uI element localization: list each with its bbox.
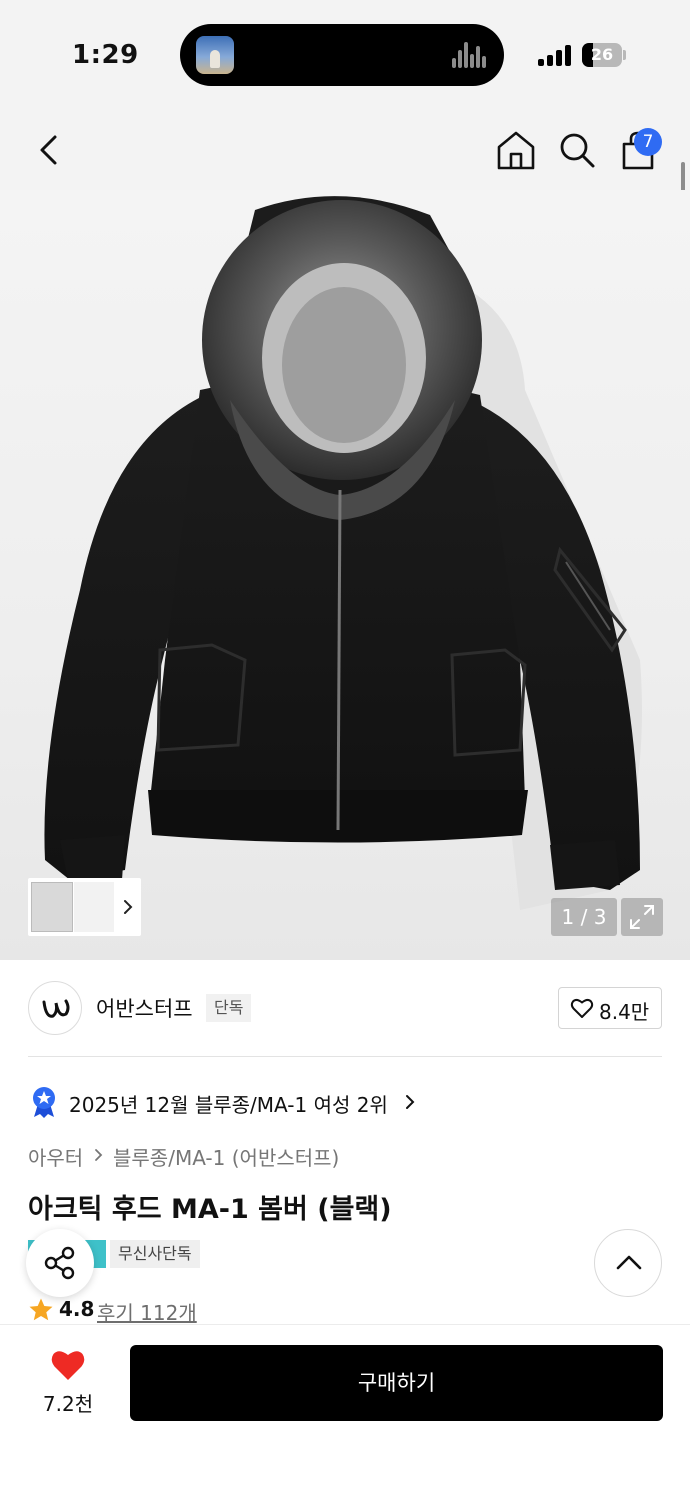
- chevron-left-icon: [40, 135, 57, 165]
- rating-value: 4.8: [59, 1297, 95, 1321]
- product-image: [44, 196, 642, 910]
- chevron-right-icon: [124, 900, 133, 914]
- brand-like-button[interactable]: 8.4만: [558, 987, 662, 1029]
- thumbnail-strip[interactable]: [28, 878, 141, 936]
- star-icon: [29, 1298, 53, 1321]
- brand-like-count: 8.4만: [599, 1000, 650, 1024]
- musinsa-exclusive-badge: 무신사단독: [110, 1240, 200, 1268]
- chevron-right-icon: [95, 1149, 103, 1161]
- breadcrumb-subcategory[interactable]: 블루종/MA-1 (어반스터프): [113, 1142, 339, 1171]
- ranking-link[interactable]: 2025년 12월 블루종/MA-1 여성 2위: [69, 1089, 388, 1118]
- product-title: 아크틱 후드 MA-1 봄버 (블랙): [28, 1194, 392, 1225]
- heart-filled-icon[interactable]: [50, 1348, 86, 1382]
- brand-logo-mark: [42, 999, 70, 1018]
- divider: [28, 1056, 662, 1057]
- image-counter: 1 / 3: [551, 898, 617, 936]
- wish-count: 7.2천: [42, 1392, 94, 1416]
- search-button[interactable]: [555, 128, 599, 172]
- ranking-medal-icon: [33, 1087, 55, 1118]
- cellular-signal-icon: [538, 44, 572, 66]
- battery-tip: [623, 50, 626, 60]
- dynamic-island[interactable]: [180, 24, 504, 86]
- brand-logo[interactable]: [28, 981, 82, 1035]
- product-image-gallery[interactable]: 1 / 3: [0, 190, 690, 960]
- home-icon: [497, 131, 535, 170]
- cart-count-badge: 7: [634, 128, 662, 156]
- chevron-right-icon: [406, 1095, 415, 1109]
- heart-outline-icon: [570, 999, 594, 1018]
- buy-button[interactable]: 구매하기: [130, 1345, 663, 1421]
- home-button[interactable]: [494, 128, 538, 172]
- expand-image-button[interactable]: [621, 898, 663, 936]
- back-button[interactable]: [28, 128, 72, 172]
- reviews-link[interactable]: 후기 112개: [97, 1297, 197, 1326]
- status-time: 1:29: [72, 40, 139, 70]
- share-icon: [44, 1246, 75, 1280]
- expand-icon: [630, 905, 654, 929]
- share-button[interactable]: [26, 1229, 94, 1297]
- now-playing-artwork: [196, 36, 234, 74]
- thumbnail-image[interactable]: [31, 882, 73, 932]
- chevron-up-icon: [616, 1255, 642, 1270]
- thumbnail-image[interactable]: [74, 882, 114, 932]
- top-bar: 1:29 26 7: [0, 0, 690, 228]
- scroll-to-top-button[interactable]: [594, 1229, 662, 1297]
- search-icon: [560, 133, 595, 168]
- battery-level: 26: [590, 45, 614, 64]
- brand-name[interactable]: 어반스터프: [96, 993, 193, 1023]
- exclusive-tag: 단독: [206, 994, 252, 1022]
- audio-wave-icon: [452, 42, 488, 68]
- battery-icon: 26: [582, 43, 622, 67]
- breadcrumb-category[interactable]: 아우터: [28, 1142, 83, 1171]
